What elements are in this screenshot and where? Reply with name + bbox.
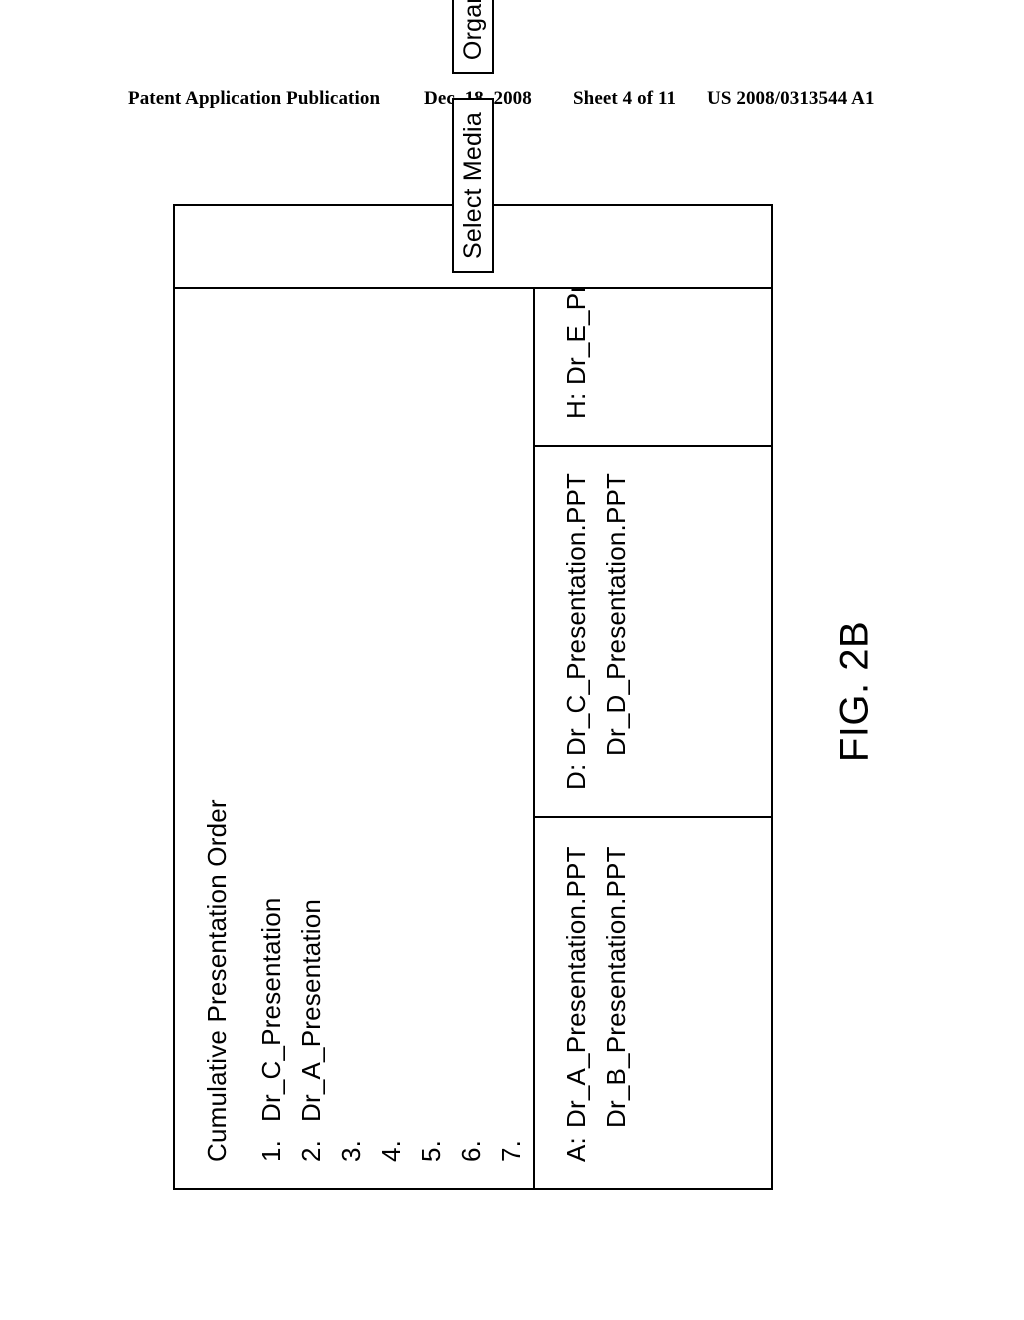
group-file-name: Dr_D_Presentation.PPT <box>601 472 631 756</box>
figure-2b-drawing: Cumulative Presentation Order 1. Dr_C_Pr… <box>153 0 793 1190</box>
patent-page-header: Patent Application Publication Dec. 18, … <box>0 88 1024 118</box>
order-item-index: 6. <box>455 1139 486 1162</box>
order-list-item[interactable]: 2. Dr_A_Presentation <box>296 289 336 1162</box>
order-list-item[interactable]: 5. <box>416 289 456 1162</box>
group-file-row[interactable]: A: Dr_A_Presentation.PPT <box>561 818 601 1162</box>
organize-button[interactable]: Organize <box>452 0 494 75</box>
order-item-index: 3. <box>335 1139 366 1162</box>
order-list-item[interactable]: 1. Dr_C_Presentation <box>256 289 296 1162</box>
patent-number: US 2008/0313544 A1 <box>707 88 875 109</box>
media-groups-row: A: Dr_A_Presentation.PPT Dr_B_Presentati… <box>535 289 771 1188</box>
window-main-area: Cumulative Presentation Order 1. Dr_C_Pr… <box>175 287 771 1188</box>
group-file-name: Dr_B_Presentation.PPT <box>601 846 631 1128</box>
select-media-button[interactable]: Select Media <box>452 98 494 273</box>
cumulative-presentation-order-panel: Cumulative Presentation Order 1. Dr_C_Pr… <box>175 289 535 1188</box>
order-item-index: 4. <box>375 1139 406 1162</box>
order-item-value: Dr_A_Presentation <box>295 898 326 1122</box>
order-item-index: 1. <box>255 1139 286 1162</box>
group-file-row[interactable]: Dr_B_Presentation.PPT <box>601 818 641 1162</box>
media-group-d[interactable]: D: Dr_C_Presentation.PPT Dr_D_Presentati… <box>535 445 771 816</box>
order-item-value: Dr_C_Presentation <box>255 897 286 1122</box>
action-button-strip: Select Media Organize Clear List Save Pr… <box>175 0 771 287</box>
order-list-item[interactable]: 3. <box>336 289 376 1162</box>
group-file-row[interactable]: D: Dr_C_Presentation.PPT <box>561 447 601 790</box>
order-panel-title: Cumulative Presentation Order <box>202 799 232 1162</box>
group-file-row[interactable]: H: Dr_E_Presentation.PPT <box>561 289 601 419</box>
group-label: H: <box>561 392 591 419</box>
group-file-row[interactable]: Dr_D_Presentation.PPT <box>601 447 641 790</box>
order-item-index: 2. <box>295 1139 326 1162</box>
group-file-name: Dr_E_Presentation.PPT <box>561 289 592 385</box>
group-file-name: Dr_C_Presentation.PPT <box>561 472 591 756</box>
order-list-item[interactable]: 7. <box>496 289 536 1162</box>
group-label: D: <box>561 763 591 790</box>
order-list-item[interactable]: 4. <box>376 289 416 1162</box>
figure-caption: FIG. 2B <box>832 620 877 763</box>
group-file-name: Dr_A_Presentation.PPT <box>561 846 591 1128</box>
presentation-manager-window: Cumulative Presentation Order 1. Dr_C_Pr… <box>173 0 773 1190</box>
order-item-index: 5. <box>415 1139 446 1162</box>
group-label: A: <box>561 1137 591 1162</box>
order-item-index: 7. <box>495 1139 526 1162</box>
media-group-a[interactable]: A: Dr_A_Presentation.PPT Dr_B_Presentati… <box>535 816 771 1188</box>
presentation-order-list: 1. Dr_C_Presentation 2. Dr_A_Presentatio… <box>256 289 536 1162</box>
sheet-number: Sheet 4 of 11 <box>573 88 677 109</box>
order-list-item[interactable]: 6. <box>456 289 496 1162</box>
media-group-h[interactable]: H: Dr_E_Presentation.PPT <box>535 289 771 445</box>
publication-label: Patent Application Publication <box>128 88 381 109</box>
